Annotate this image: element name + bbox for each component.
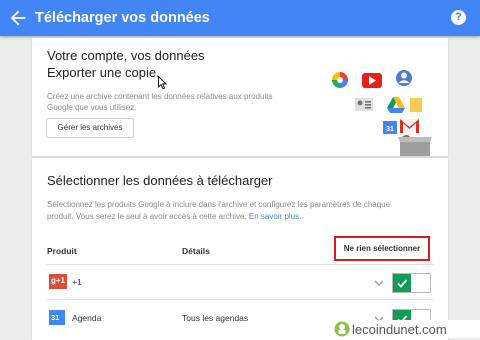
calendar-icon: 31 (383, 121, 397, 134)
page-title: Télécharger vos données (35, 10, 210, 26)
photos-icon (332, 72, 348, 88)
chevron-down-icon[interactable] (374, 279, 384, 287)
watermark-logo-icon (334, 321, 350, 337)
select-description-line1: Sélectionnez les produits Google à inclu… (47, 200, 391, 209)
account-heading-line2: Exporter une copie. (47, 65, 160, 80)
select-data-card: Sélectionner les données à télécharger S… (32, 158, 448, 340)
watermark: lecoindunet.com (332, 320, 480, 338)
contacts-icon (355, 98, 373, 111)
google-plus-one-icon: g+1 (49, 274, 67, 289)
learn-more-link[interactable]: En savoir plus (249, 212, 299, 221)
check-icon (397, 279, 408, 288)
account-heading-line1: Votre compte, vos données (47, 48, 205, 63)
drive-icon (387, 97, 405, 113)
product-column-header: Produit (47, 246, 77, 256)
archive-box-icon (398, 137, 432, 156)
watermark-text: lecoindunet.com (352, 322, 447, 337)
google-products-illustration: 31 (332, 70, 432, 156)
gmail-icon (400, 119, 419, 133)
deselect-all-button[interactable]: Ne rien sélectionner (334, 236, 430, 261)
keep-icon (410, 98, 422, 112)
select-heading: Sélectionner les données à télécharger (47, 173, 273, 188)
help-icon[interactable]: ? (451, 10, 466, 25)
account-card: Votre compte, vos données Exporter une c… (32, 38, 448, 156)
include-toggle[interactable] (392, 273, 431, 293)
product-name: +1 (72, 277, 82, 287)
app-bar: Télécharger vos données ? (0, 0, 480, 36)
product-details: Tous les agendas (182, 313, 249, 323)
back-arrow-icon[interactable] (7, 7, 29, 29)
details-column-header: Détails (182, 246, 210, 256)
calendar-product-icon: 31 (49, 310, 65, 325)
youtube-icon (362, 73, 382, 88)
product-name: Agenda (72, 313, 102, 323)
account-description-line1: Créez une archive contenant les données … (47, 92, 273, 101)
select-description-line2: produit. Vous serez le seul à avoir accè… (47, 212, 302, 221)
profile-icon (396, 70, 412, 86)
row-divider (47, 299, 433, 300)
svg-text:31: 31 (386, 126, 394, 133)
account-description-line2: Google que vous utilisez. (47, 103, 137, 112)
mouse-cursor-icon (158, 76, 167, 90)
header-divider (47, 264, 433, 265)
manage-archives-button[interactable]: Gérer les archives (46, 118, 134, 138)
